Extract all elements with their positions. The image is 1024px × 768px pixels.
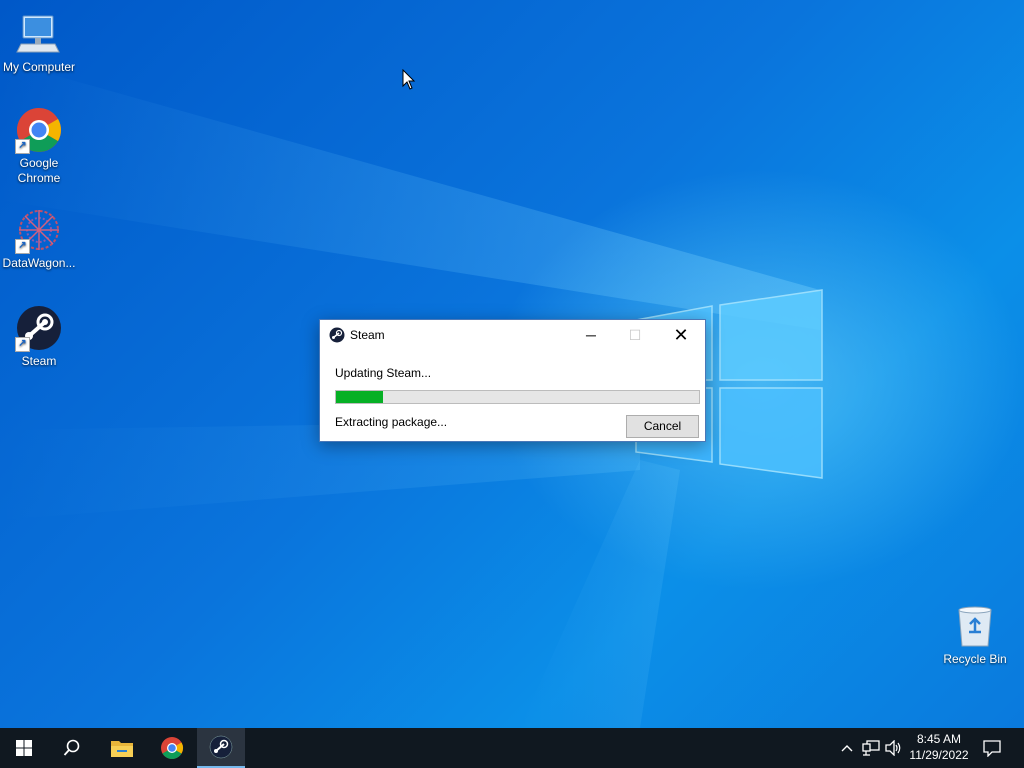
taskbar: 8:45 AM 11/29/2022 bbox=[0, 728, 1024, 768]
desktop-icon-datawagon[interactable]: ↗ DataWagon... bbox=[0, 206, 78, 271]
desktop-icon-label: Google Chrome bbox=[17, 156, 61, 185]
steam-icon: ↗ bbox=[15, 304, 63, 352]
computer-icon bbox=[15, 10, 63, 58]
shortcut-arrow-icon: ↗ bbox=[15, 239, 30, 254]
notification-icon bbox=[983, 740, 1001, 757]
search-icon bbox=[63, 739, 80, 756]
tray-volume[interactable] bbox=[884, 728, 904, 768]
chrome-icon bbox=[161, 737, 183, 759]
desktop-icon-recycle-bin[interactable]: Recycle Bin bbox=[936, 602, 1014, 667]
mouse-cursor-icon bbox=[402, 69, 416, 90]
desktop-icon-label: My Computer bbox=[2, 60, 76, 74]
shortcut-arrow-icon: ↗ bbox=[15, 139, 30, 154]
recycle-bin-icon bbox=[951, 602, 999, 650]
datawagon-icon: ↗ bbox=[15, 206, 63, 254]
close-button[interactable]: ✕ bbox=[658, 320, 704, 350]
desktop-icon-label: Recycle Bin bbox=[943, 652, 1007, 666]
search-button[interactable] bbox=[48, 728, 96, 768]
start-icon bbox=[16, 740, 32, 756]
taskbar-chrome[interactable] bbox=[148, 728, 196, 768]
minimize-button[interactable]: ─ bbox=[568, 320, 614, 350]
dialog-titlebar[interactable]: Steam ─ ☐ ✕ bbox=[320, 320, 705, 350]
maximize-button[interactable]: ☐ bbox=[612, 320, 658, 350]
clock-date: 11/29/2022 bbox=[909, 748, 969, 762]
steam-icon bbox=[209, 735, 233, 759]
start-button[interactable] bbox=[0, 728, 48, 768]
action-center-button[interactable] bbox=[980, 728, 1004, 768]
chevron-up-icon bbox=[841, 745, 853, 752]
progress-fill bbox=[336, 391, 384, 403]
clock-time: 8:45 AM bbox=[916, 732, 962, 746]
shortcut-arrow-icon: ↗ bbox=[15, 337, 30, 352]
tray-overflow-button[interactable] bbox=[838, 728, 856, 768]
taskbar-steam[interactable] bbox=[197, 728, 245, 768]
desktop-icon-my-computer[interactable]: My Computer bbox=[0, 10, 78, 75]
update-status-text: Updating Steam... bbox=[335, 366, 432, 380]
desktop-icon-label: Steam bbox=[21, 354, 57, 368]
file-explorer-icon bbox=[111, 741, 133, 757]
network-icon bbox=[862, 740, 880, 756]
tray-network[interactable] bbox=[860, 728, 882, 768]
speaker-icon bbox=[885, 740, 901, 756]
taskbar-file-explorer[interactable] bbox=[98, 728, 146, 768]
steam-icon bbox=[329, 327, 345, 343]
desktop-icon-label: DataWagon... bbox=[2, 256, 76, 270]
desktop-icon-steam[interactable]: ↗ Steam bbox=[0, 304, 78, 369]
chrome-icon: ↗ bbox=[15, 106, 63, 154]
steam-update-dialog: Steam ─ ☐ ✕ Updating Steam... Extracting… bbox=[319, 319, 706, 442]
dialog-title: Steam bbox=[350, 328, 385, 342]
taskbar-clock[interactable]: 8:45 AM 11/29/2022 bbox=[904, 731, 974, 763]
extract-status-text: Extracting package... bbox=[335, 415, 448, 429]
update-progress-bar bbox=[335, 390, 700, 404]
cancel-button[interactable]: Cancel bbox=[626, 415, 699, 438]
desktop-icon-google-chrome[interactable]: ↗ Google Chrome bbox=[0, 106, 78, 186]
